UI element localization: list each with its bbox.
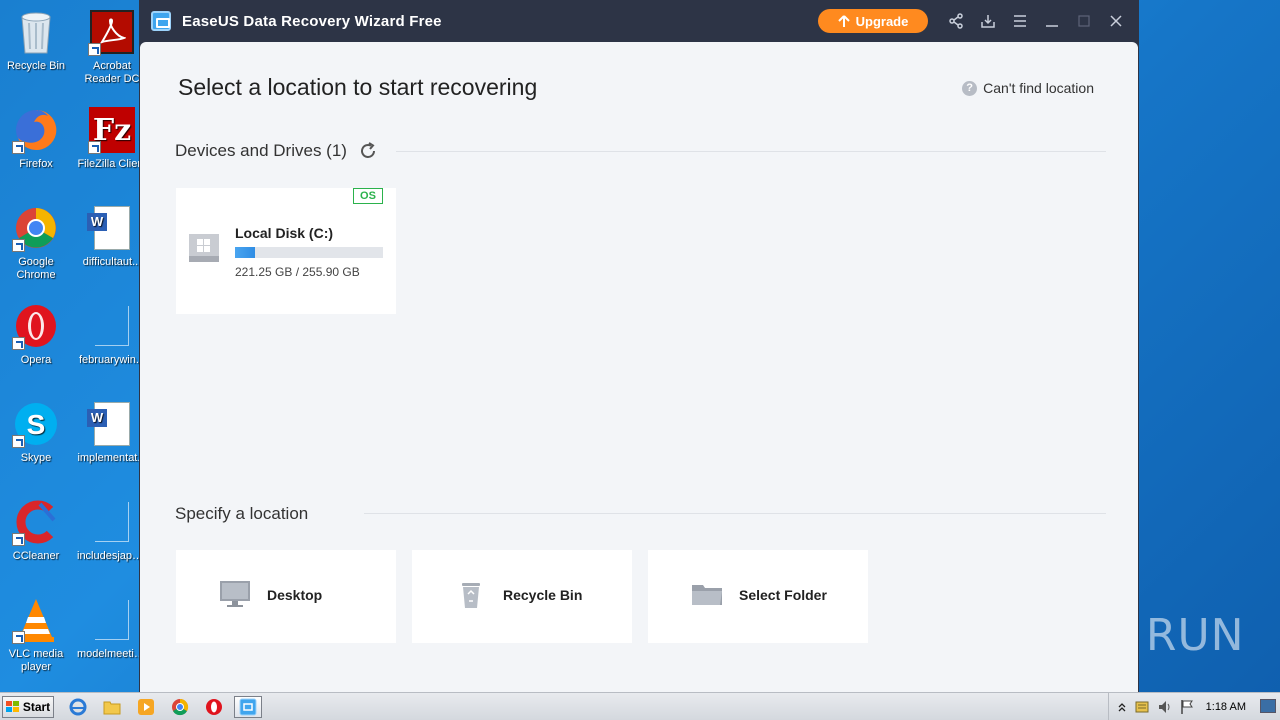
taskbar-chrome-icon[interactable] [166, 696, 194, 718]
firefox-icon [12, 106, 60, 154]
shortcut-arrow-icon [88, 141, 101, 154]
location-label: Select Folder [739, 587, 827, 603]
action-center-flag-icon[interactable] [1135, 699, 1151, 715]
hard-drive-icon [189, 234, 219, 262]
question-icon: ? [962, 80, 978, 96]
desktop-icon-acrobat[interactable]: Acrobat Reader DC [77, 8, 147, 86]
share-icon[interactable] [947, 12, 965, 30]
os-badge: OS [353, 188, 383, 204]
clock[interactable]: 1:18 AM [1206, 701, 1246, 713]
location-label: Desktop [267, 587, 323, 603]
word-document-icon: W [87, 400, 136, 448]
desktop-icon-opera[interactable]: Opera [1, 302, 71, 367]
main-content: Select a location to start recovering ? … [140, 42, 1138, 692]
desktop-icon-recycle-bin[interactable]: Recycle Bin [1, 8, 71, 73]
recycle-bin-icon [456, 581, 486, 609]
shortcut-arrow-icon [12, 435, 25, 448]
shortcut-arrow-icon [12, 533, 25, 546]
section-divider [396, 151, 1106, 152]
recycle-bin-icon [12, 8, 60, 56]
minimize-icon[interactable] [1043, 12, 1061, 30]
drive-size-text: 221.25 GB / 255.90 GB [235, 265, 360, 279]
shortcut-arrow-icon [12, 239, 25, 252]
location-card-select-folder[interactable]: Select Folder [648, 550, 868, 643]
opera-icon [12, 302, 60, 350]
devices-section-title: Devices and Drives (1) [175, 141, 347, 160]
word-document-icon: W [87, 204, 136, 252]
skype-icon: S [12, 400, 60, 448]
blank-file-icon [88, 596, 136, 644]
help-link-label: Can't find location [983, 80, 1094, 96]
taskbar-easeus-icon[interactable] [234, 696, 262, 718]
windows-logo-icon [5, 701, 19, 712]
arrow-up-icon [837, 14, 850, 27]
shortcut-arrow-icon [88, 43, 101, 56]
desktop-icon-filezilla[interactable]: Fz FileZilla Client [77, 106, 147, 171]
upgrade-label: Upgrade [855, 13, 909, 29]
menu-icon[interactable] [1011, 12, 1029, 30]
shortcut-arrow-icon [12, 631, 25, 644]
taskbar-media-player-icon[interactable] [132, 696, 160, 718]
cant-find-location-link[interactable]: ? Can't find location [962, 80, 1094, 96]
desktop-icon-chrome[interactable]: Google Chrome [1, 204, 71, 282]
desktop-icon-ccleaner[interactable]: CCleaner [1, 498, 71, 563]
vlc-icon [12, 596, 60, 644]
taskbar-opera-icon[interactable] [200, 696, 228, 718]
location-label: Recycle Bin [503, 587, 583, 603]
blank-file-icon [88, 302, 136, 350]
taskbar-explorer-icon[interactable] [98, 696, 126, 718]
taskbar: Start 1:18 AM [0, 692, 1280, 720]
system-tray: 1:18 AM [1108, 693, 1280, 720]
drive-name: Local Disk (C:) [235, 225, 334, 241]
download-icon[interactable] [979, 12, 997, 30]
volume-icon[interactable] [1157, 699, 1173, 715]
page-title: Select a location to start recovering [178, 74, 538, 100]
blank-file-icon [88, 498, 136, 546]
easeus-window: EaseUS Data Recovery Wizard Free Upgrade… [139, 0, 1139, 692]
desktop-icon-vlc[interactable]: VLC media player [1, 596, 71, 674]
show-hidden-icons-icon[interactable] [1117, 701, 1127, 713]
title-bar[interactable]: EaseUS Data Recovery Wizard Free Upgrade [139, 0, 1139, 42]
desktop-icon-includesjapa[interactable]: includesjapa... [77, 498, 147, 563]
desktop-icon-modelmeetin[interactable]: modelmeetin... [77, 596, 147, 661]
app-logo-icon [151, 11, 171, 31]
ccleaner-icon [12, 498, 60, 546]
upgrade-button[interactable]: Upgrade [818, 9, 928, 33]
window-title: EaseUS Data Recovery Wizard Free [182, 13, 442, 30]
desktop-icon-firefox[interactable]: Firefox [1, 106, 71, 171]
start-label: Start [22, 700, 51, 714]
maximize-icon[interactable] [1075, 12, 1093, 30]
refresh-icon[interactable] [358, 141, 378, 161]
drive-usage-fill [235, 247, 256, 258]
desktop-icon-skype[interactable]: S Skype [1, 400, 71, 465]
shortcut-arrow-icon [12, 141, 25, 154]
section-divider [364, 513, 1106, 514]
desktop-icon-difficultaut[interactable]: W difficultaut... [77, 204, 147, 269]
desktop-icon-februarywin[interactable]: februarywin... [77, 302, 147, 367]
specify-section-title: Specify a location [175, 504, 309, 523]
drive-card-local-disk-c[interactable]: OS Local Disk (C:) 221.25 GB / 255.90 GB [176, 188, 396, 314]
taskbar-ie-icon[interactable] [64, 696, 92, 718]
desktop-icon-implementat[interactable]: W implementat... [77, 400, 147, 465]
location-card-recycle-bin[interactable]: Recycle Bin [412, 550, 632, 643]
drive-usage-bar [235, 247, 383, 258]
show-desktop-icon[interactable] [1260, 699, 1276, 713]
folder-icon [692, 581, 722, 609]
start-button[interactable]: Start [2, 696, 54, 718]
chrome-icon [12, 204, 60, 252]
location-card-desktop[interactable]: Desktop [176, 550, 396, 643]
filezilla-icon: Fz [88, 106, 136, 154]
shortcut-arrow-icon [12, 337, 25, 350]
acrobat-icon [88, 8, 136, 56]
close-icon[interactable] [1107, 12, 1125, 30]
network-flag-icon[interactable] [1179, 699, 1195, 715]
monitor-icon [220, 581, 250, 609]
